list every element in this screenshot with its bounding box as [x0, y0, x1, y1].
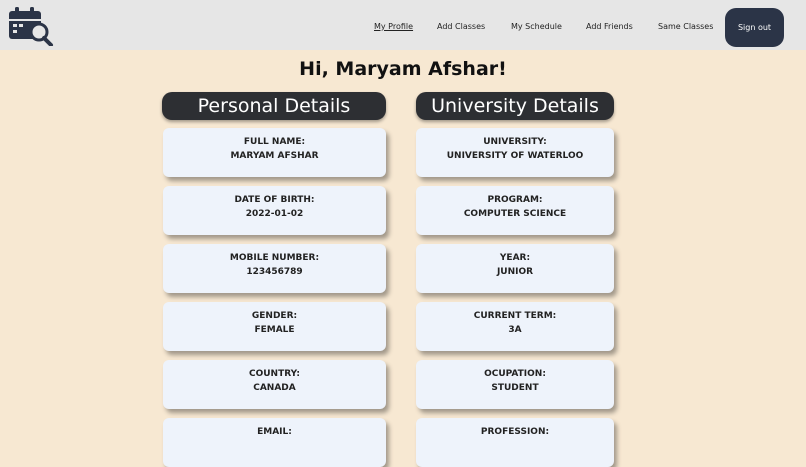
card-label: DATE OF BIRTH: — [234, 195, 315, 205]
card-value: COMPUTER SCIENCE — [463, 209, 567, 219]
nav-my-profile[interactable]: My Profile — [374, 22, 413, 31]
card-value: 123456789 — [246, 267, 303, 277]
nav-my-schedule[interactable]: My Schedule — [511, 22, 562, 31]
card-label: OCUPATION: — [484, 369, 546, 379]
card-label: UNIVERSITY: — [483, 137, 547, 147]
university-card: UNIVERSITY: UNIVERSITY OF WATERLOO — [416, 128, 614, 177]
current-term-card: CURRENT TERM: 3A — [416, 302, 614, 351]
date-of-birth-card: DATE OF BIRTH: 2022-01-02 — [163, 186, 386, 235]
card-value: JUNIOR — [496, 267, 534, 277]
card-label: MOBILE NUMBER: — [229, 253, 320, 263]
card-label: COUNTRY: — [248, 369, 300, 379]
mobile-number-card: MOBILE NUMBER: 123456789 — [163, 244, 386, 293]
card-label: PROGRAM: — [487, 195, 543, 205]
card-value: CANADA — [253, 383, 296, 393]
full-name-card: FULL NAME: MARYAM AFSHAR — [163, 128, 386, 177]
nav-add-classes[interactable]: Add Classes — [437, 22, 485, 31]
profession-card: PROFESSION: — [416, 418, 614, 467]
card-label: GENDER: — [251, 311, 298, 321]
program-card: PROGRAM: COMPUTER SCIENCE — [416, 186, 614, 235]
card-value: STUDENT — [491, 383, 539, 393]
sign-out-button[interactable]: Sign out — [725, 8, 784, 47]
email-card: EMAIL: — [163, 418, 386, 467]
card-value: 3A — [508, 325, 522, 335]
nav-same-classes[interactable]: Same Classes — [658, 22, 713, 31]
greeting-heading: Hi, Maryam Afshar! — [299, 58, 507, 80]
nav-add-friends[interactable]: Add Friends — [586, 22, 633, 31]
year-card: YEAR: JUNIOR — [416, 244, 614, 293]
card-value: UNIVERSITY OF WATERLOO — [446, 151, 584, 161]
calendar-search-icon[interactable] — [8, 6, 54, 46]
card-value: MARYAM AFSHAR — [230, 151, 319, 161]
personal-details-header: Personal Details — [162, 92, 386, 120]
card-label: CURRENT TERM: — [473, 311, 557, 321]
occupation-card: OCUPATION: STUDENT — [416, 360, 614, 409]
card-label: YEAR: — [499, 253, 531, 263]
gender-card: GENDER: FEMALE — [163, 302, 386, 351]
country-card: COUNTRY: CANADA — [163, 360, 386, 409]
card-value: FEMALE — [254, 325, 295, 335]
card-label: FULL NAME: — [243, 137, 306, 147]
card-label: PROFESSION: — [480, 427, 550, 437]
card-value: 2022-01-02 — [245, 209, 304, 219]
navbar: My Profile Add Classes My Schedule Add F… — [0, 0, 806, 50]
card-label: EMAIL: — [257, 427, 292, 437]
university-details-header: University Details — [416, 92, 614, 120]
